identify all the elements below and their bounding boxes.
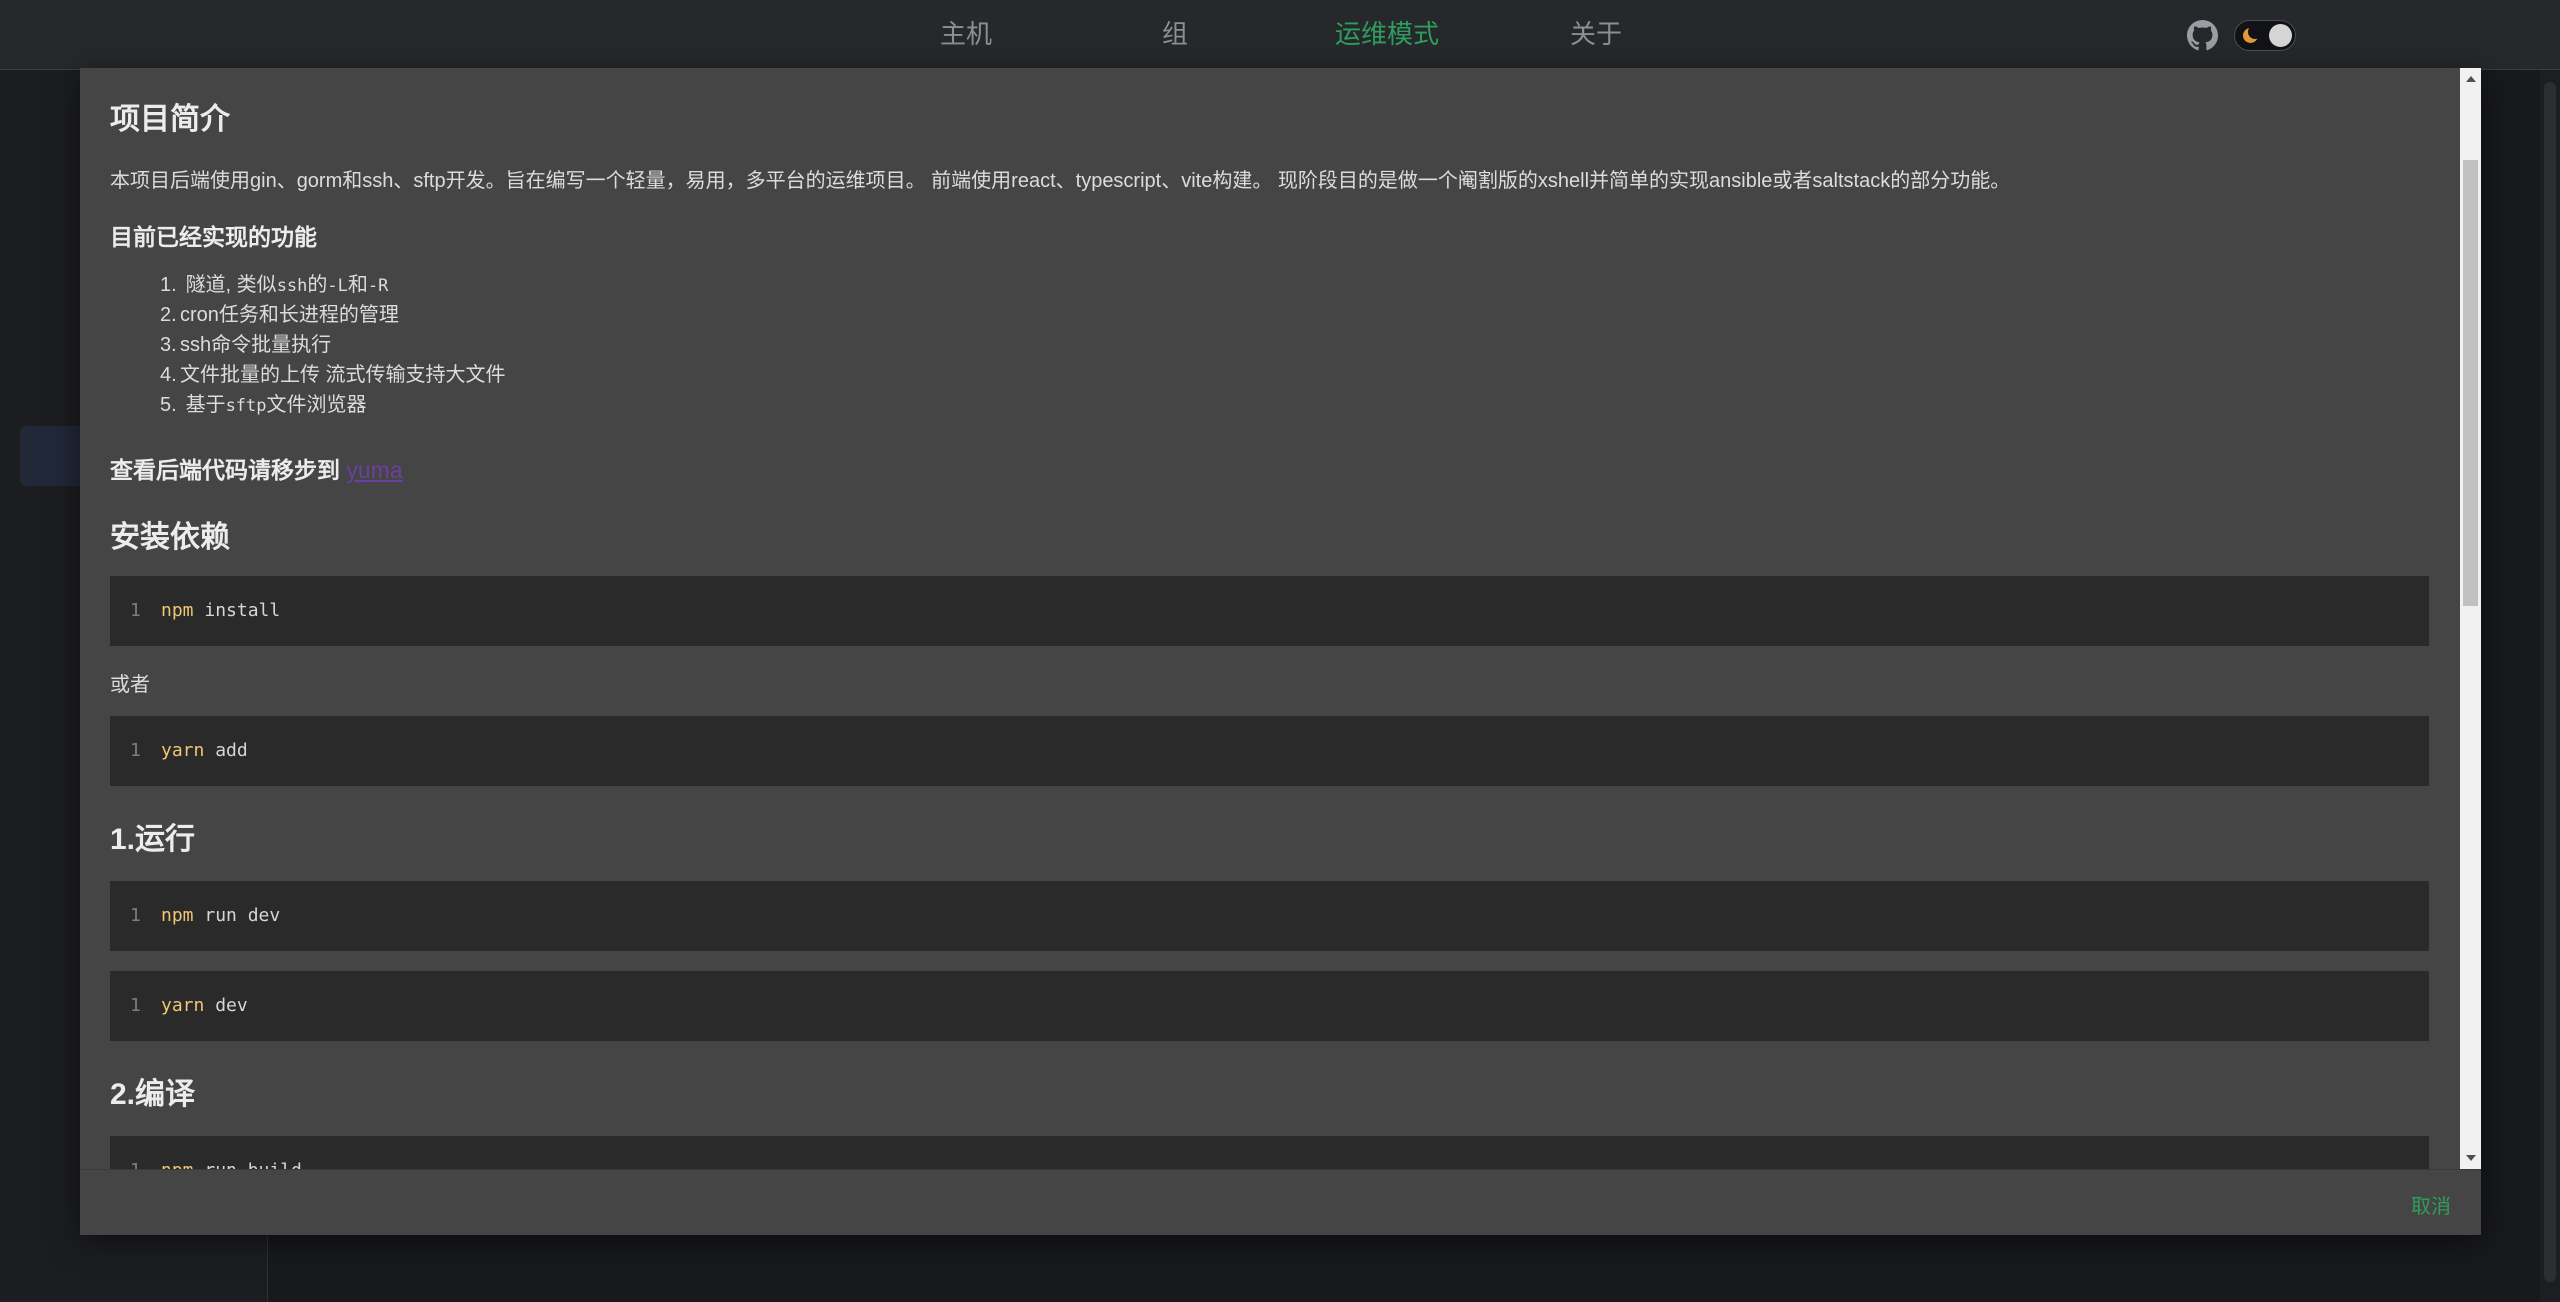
code-args: add <box>204 740 248 761</box>
code-line: yarn add <box>161 740 248 761</box>
line-number: 1 <box>130 1160 141 1169</box>
theme-toggle[interactable] <box>2234 20 2296 51</box>
list-text: 基于 <box>185 394 226 416</box>
readme-modal: 项目简介 本项目后端使用gin、gorm和ssh、sftp开发。旨在编写一个轻量… <box>80 68 2481 1235</box>
doc-title: 项目简介 <box>110 103 230 136</box>
backend-repo-link[interactable]: yuma <box>346 457 402 483</box>
code-block-npm-run-dev: 1 npm run dev <box>110 881 2429 951</box>
or-text: 或者 <box>110 674 150 696</box>
list-item: 5. 基于sftp文件浏览器 <box>160 390 506 420</box>
list-text: 隧道, 类似 <box>185 274 277 296</box>
list-number: 5. <box>160 394 177 416</box>
run-heading: 1.运行 <box>110 823 196 856</box>
code-line: yarn dev <box>161 995 248 1016</box>
code-line: npm install <box>161 600 280 621</box>
code-command: yarn <box>161 740 205 761</box>
list-number: 1. <box>160 274 177 296</box>
inline-code: -L <box>327 276 348 296</box>
moon-icon <box>2243 25 2262 43</box>
nav-item-ops-mode[interactable]: 运维模式 <box>1335 0 1439 70</box>
line-number: 1 <box>130 600 141 621</box>
code-block-npm-run-build: 1 npm run build <box>110 1136 2429 1169</box>
list-text: 文件浏览器 <box>266 394 367 416</box>
code-line: npm run build <box>161 1160 302 1169</box>
toggle-knob <box>2269 24 2292 47</box>
code-line: npm run dev <box>161 905 280 926</box>
page-scrollbar[interactable] <box>2540 70 2560 1302</box>
list-item: 1. 隧道, 类似ssh的-L和-R <box>160 270 506 300</box>
code-args: run dev <box>193 905 281 926</box>
code-args: dev <box>204 995 248 1016</box>
cancel-button[interactable]: 取消 <box>2411 1190 2451 1219</box>
modal-body: 项目简介 本项目后端使用gin、gorm和ssh、sftp开发。旨在编写一个轻量… <box>80 68 2459 1169</box>
page-scrollbar-thumb[interactable] <box>2544 82 2556 1282</box>
features-heading: 目前已经实现的功能 <box>110 224 317 250</box>
list-text: 文件批量的上传 流式传输支持大文件 <box>180 364 506 386</box>
modal-footer: 取消 <box>80 1169 2481 1235</box>
list-text: cron任务和长进程的管理 <box>180 304 399 326</box>
backend-heading: 查看后端代码请移步到 yuma <box>110 451 403 485</box>
code-command: npm <box>161 600 194 621</box>
modal-scrollbar-thumb[interactable] <box>2463 160 2478 606</box>
list-text: ssh命令批量执行 <box>180 334 332 356</box>
line-number: 1 <box>130 995 141 1016</box>
list-text: 的 <box>307 274 328 296</box>
list-text: 和 <box>347 274 368 296</box>
nav-item-groups[interactable]: 组 <box>1162 0 1188 70</box>
top-nav: 主机 组 运维模式 关于 <box>0 0 2560 70</box>
scroll-down-icon[interactable] <box>2466 1155 2476 1161</box>
nav-item-about[interactable]: 关于 <box>1570 0 1622 70</box>
features-list: 1. 隧道, 类似ssh的-L和-R 2. cron任务和长进程的管理 3. ssh… <box>160 270 506 420</box>
line-number: 1 <box>130 905 141 926</box>
list-number: 3. <box>160 334 177 356</box>
scroll-up-icon[interactable] <box>2466 76 2476 82</box>
code-block-npm-install: 1 npm install <box>110 576 2429 646</box>
code-command: npm <box>161 1160 194 1169</box>
intro-paragraph: 本项目后端使用gin、gorm和ssh、sftp开发。旨在编写一个轻量，易用，多… <box>110 170 2011 192</box>
code-args: run build <box>194 1160 302 1169</box>
inline-code: -R <box>367 276 389 296</box>
code-block-yarn-dev: 1 yarn dev <box>110 971 2429 1041</box>
list-number: 4. <box>160 364 177 386</box>
backend-heading-text: 查看后端代码请移步到 <box>110 457 340 483</box>
build-heading: 2.编译 <box>110 1078 196 1111</box>
list-number: 2. <box>160 304 177 326</box>
line-number: 1 <box>130 740 141 761</box>
list-item: 4. 文件批量的上传 流式传输支持大文件 <box>160 360 506 390</box>
list-item: 3. ssh命令批量执行 <box>160 330 506 360</box>
code-command: npm <box>161 905 194 926</box>
nav-item-hosts[interactable]: 主机 <box>940 0 992 70</box>
list-item: 2. cron任务和长进程的管理 <box>160 300 506 330</box>
code-block-yarn-add: 1 yarn add <box>110 716 2429 786</box>
inline-code: ssh <box>276 276 308 296</box>
inline-code: sftp <box>225 396 267 416</box>
install-heading: 安装依赖 <box>110 521 230 554</box>
code-args: install <box>193 600 281 621</box>
modal-scrollbar[interactable] <box>2460 68 2481 1169</box>
github-icon[interactable] <box>2187 20 2218 51</box>
code-command: yarn <box>161 995 205 1016</box>
